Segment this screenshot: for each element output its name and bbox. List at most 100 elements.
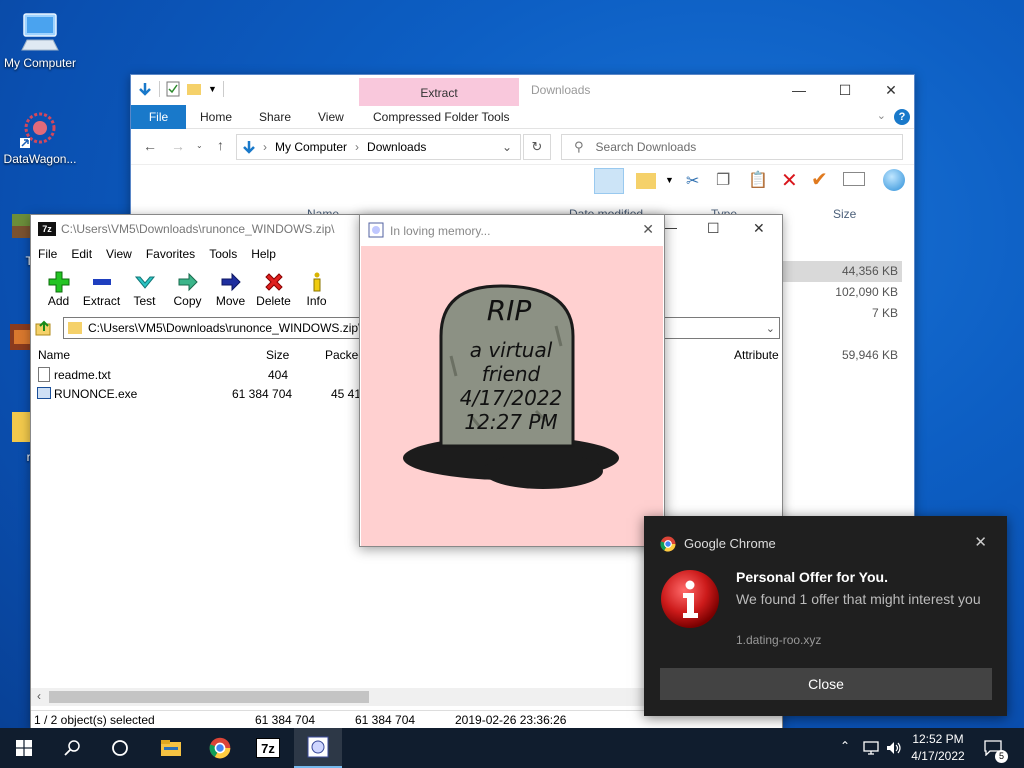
- close-button[interactable]: ✕: [753, 220, 765, 237]
- chrome-icon: [660, 536, 676, 552]
- menu-view[interactable]: View: [106, 247, 132, 261]
- info-button[interactable]: Info: [295, 265, 338, 315]
- start-button[interactable]: [0, 728, 48, 768]
- maximize-button[interactable]: ☐: [707, 220, 720, 237]
- clock-date: 4/17/2022: [911, 749, 965, 763]
- tab-view[interactable]: View: [318, 105, 344, 129]
- extract-button[interactable]: Extract: [80, 265, 123, 315]
- search-icon: ⚲: [574, 139, 584, 154]
- checkmark-icon[interactable]: ✔: [811, 167, 828, 192]
- notification-source: 1.dating-roo.xyz: [736, 633, 822, 647]
- close-button[interactable]: ✕: [642, 221, 654, 238]
- chrome-notification[interactable]: Google Chrome ✕ Personal Offer for You. …: [644, 516, 1007, 716]
- menu-file[interactable]: File: [38, 247, 57, 261]
- contextual-tab-extract[interactable]: Extract: [359, 78, 519, 106]
- delete-icon[interactable]: ✕: [781, 168, 798, 193]
- taskbar-file-explorer[interactable]: [147, 728, 195, 768]
- tab-file[interactable]: File: [131, 105, 186, 129]
- tombstone-time: 12:27 PM: [464, 410, 558, 434]
- maximize-button[interactable]: ☐: [822, 75, 868, 105]
- new-folder-toolbar-icon[interactable]: [636, 173, 656, 189]
- close-button[interactable]: Close: [660, 668, 992, 700]
- taskbar-memory-app[interactable]: [294, 728, 342, 768]
- search-placeholder: Search Downloads: [595, 140, 697, 154]
- move-button[interactable]: Move: [209, 265, 252, 315]
- tab-share[interactable]: Share: [259, 105, 291, 129]
- minimize-button[interactable]: —: [776, 75, 822, 105]
- desktop-icon-datawagon[interactable]: DataWagon...: [0, 106, 80, 166]
- clock[interactable]: 12:52 PM 4/17/2022: [902, 731, 974, 765]
- tab-compressed-folder-tools[interactable]: Compressed Folder Tools: [373, 105, 510, 129]
- memory-titlebar[interactable]: In loving memory... ✕: [360, 215, 664, 245]
- menu-edit[interactable]: Edit: [71, 247, 92, 261]
- action-center-button[interactable]: 5: [978, 728, 1024, 768]
- back-icon[interactable]: ←: [143, 138, 157, 154]
- status-selected: 1 / 2 object(s) selected: [34, 713, 155, 727]
- datawagon-icon: [18, 106, 62, 150]
- network-icon[interactable]: [863, 741, 879, 755]
- col-size[interactable]: Size: [833, 207, 856, 221]
- close-button[interactable]: ✕: [868, 75, 914, 105]
- address-dropdown-icon[interactable]: ⌄: [502, 140, 512, 154]
- window-title: Downloads: [531, 83, 591, 97]
- address-bar[interactable]: › My Computer › Downloads ⌄: [236, 134, 521, 160]
- preview-pane-icon[interactable]: [594, 168, 624, 194]
- properties-icon[interactable]: [166, 81, 180, 97]
- file-packed: 45 41: [331, 387, 362, 401]
- up-folder-icon[interactable]: [35, 319, 53, 337]
- col-attributes[interactable]: Attribute: [734, 348, 779, 362]
- up-icon[interactable]: ↑: [217, 137, 224, 153]
- dismiss-icon[interactable]: ✕: [974, 533, 987, 551]
- forward-icon[interactable]: →: [171, 138, 185, 154]
- col-name[interactable]: Name: [38, 348, 70, 362]
- menu-tools[interactable]: Tools: [209, 247, 237, 261]
- minimize-button[interactable]: —: [663, 219, 677, 235]
- menu-help[interactable]: Help: [251, 247, 276, 261]
- cortana-icon: [112, 740, 128, 756]
- add-button[interactable]: Add: [37, 265, 80, 315]
- taskbar-chrome[interactable]: [196, 728, 244, 768]
- menu-favorites[interactable]: Favorites: [146, 247, 195, 261]
- copy-icon[interactable]: ❐: [716, 170, 730, 190]
- memory-app-icon: [307, 736, 329, 758]
- volume-icon[interactable]: [886, 741, 902, 755]
- ribbon-collapse-icon[interactable]: ⌄: [877, 109, 886, 122]
- recent-dropdown-icon[interactable]: ⌄: [196, 141, 203, 150]
- test-button[interactable]: Test: [123, 265, 166, 315]
- tombstone-line: a virtual: [469, 338, 553, 362]
- dropdown-icon[interactable]: ▼: [665, 175, 674, 185]
- memory-window[interactable]: In loving memory... ✕ RIP a virtual frie…: [359, 214, 665, 547]
- delete-button[interactable]: Delete: [252, 265, 295, 315]
- show-hidden-icons-icon[interactable]: ⌃: [840, 739, 850, 753]
- refresh-icon[interactable]: ↻: [523, 134, 551, 160]
- qat-dropdown-icon[interactable]: ▼: [208, 84, 217, 94]
- copy-label: Copy: [173, 294, 202, 308]
- help-icon[interactable]: ?: [894, 109, 910, 125]
- download-arrow-icon[interactable]: [137, 81, 153, 97]
- search-box[interactable]: ⚲ Search Downloads: [561, 134, 903, 160]
- scroll-left-icon[interactable]: ‹: [37, 689, 41, 703]
- file-size: 61 384 704: [232, 387, 293, 401]
- breadcrumb-downloads[interactable]: Downloads: [367, 140, 426, 154]
- scroll-thumb[interactable]: [49, 691, 369, 703]
- desktop-icon-my-computer[interactable]: My Computer: [0, 10, 80, 70]
- delete-x-icon: [264, 273, 283, 291]
- rename-icon[interactable]: [843, 172, 865, 186]
- task-view-button[interactable]: [96, 728, 144, 768]
- search-button[interactable]: [48, 728, 96, 768]
- copy-button[interactable]: Copy: [166, 265, 209, 315]
- paste-icon[interactable]: 📋: [748, 170, 768, 190]
- taskbar-7zip[interactable]: 7z: [244, 728, 292, 768]
- tab-home[interactable]: Home: [200, 105, 232, 129]
- breadcrumb-my-computer[interactable]: My Computer: [275, 140, 347, 154]
- path-dropdown-icon[interactable]: ⌄: [766, 322, 775, 335]
- plus-icon: [48, 271, 69, 293]
- cut-icon[interactable]: ✂: [686, 171, 699, 191]
- search-icon: [64, 740, 80, 756]
- col-size[interactable]: Size: [266, 348, 289, 362]
- notification-title: Personal Offer for You.: [736, 569, 888, 585]
- computer-icon: [18, 10, 62, 54]
- new-folder-icon[interactable]: [186, 82, 202, 96]
- globe-icon[interactable]: [883, 169, 905, 191]
- explorer-titlebar[interactable]: ▼ Extract Downloads — ☐ ✕: [131, 75, 914, 106]
